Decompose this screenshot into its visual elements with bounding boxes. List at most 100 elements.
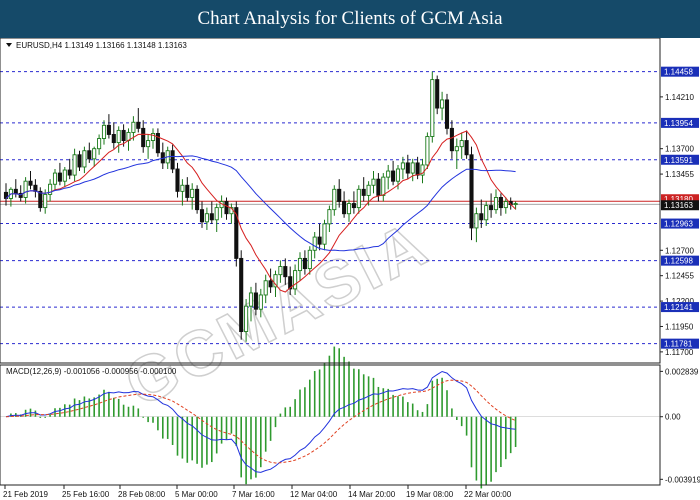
level-tag-label: 1.13954 [664,119,693,128]
level-tag-label: 1.13591 [664,156,693,165]
candle-body [43,193,48,209]
candle-body [224,201,229,215]
candle-body [268,280,273,288]
candle-body [381,176,386,196]
candle-body [199,209,205,223]
candle-body [489,205,494,211]
candle-body [449,127,454,152]
level-tag-label: 1.12141 [664,303,693,312]
candle-body [513,203,518,206]
candle-body [337,188,342,202]
candle-body [23,180,28,198]
candle-body [440,99,445,109]
time-tick-label: 14 Mar 20:00 [348,490,396,499]
candle-body [111,134,116,144]
candle-body [454,146,459,152]
candle-body [469,154,474,229]
candle-body [376,178,381,196]
candle-body [38,190,43,209]
candle-body [366,184,371,196]
candle-body [136,121,141,129]
candle-body [386,170,391,178]
candle-body [410,162,415,174]
candle-body [62,169,67,182]
candle-body [430,79,435,137]
price-tick-label: 1.13455 [665,170,694,179]
candle-body [82,150,87,168]
time-tick-label: 25 Feb 16:00 [62,490,110,499]
candle-body [92,148,97,160]
candle-body [405,162,410,174]
time-tick-label: 7 Mar 16:00 [232,490,275,499]
price-tick-label: 1.11700 [665,348,694,357]
candle-body [175,168,180,192]
candle-body [278,266,283,276]
candle-body [435,79,440,109]
candle-body [214,207,219,221]
candle-body [97,138,102,150]
candle-body [141,127,146,148]
level-tag-label: 1.11781 [664,340,693,349]
candle-body [52,172,58,185]
macd-tick-label: -0.003919 [665,475,700,484]
candle-body [391,170,396,182]
candle-body [204,213,209,223]
candle-body [190,188,195,198]
candle-body [498,197,503,209]
candle-body [484,205,489,221]
candle-body [479,213,484,221]
time-tick-label: 28 Feb 08:00 [118,490,166,499]
banner-title: Chart Analysis for Clients of GCM Asia [0,0,700,38]
candle-body [293,270,298,290]
candle-body [170,150,175,170]
candle-body [239,257,244,333]
candle-body [464,140,469,156]
candle-body [356,188,361,209]
candle-body [258,294,263,310]
candle-body [195,188,200,211]
candle-body [312,236,317,251]
candle-body [459,140,464,148]
candle-body [13,188,18,194]
candle-body [116,129,121,144]
time-tick-label: 19 Mar 08:00 [406,490,454,499]
trading-chart[interactable]: GCMASIA 1.142101.137001.134551.127001.12… [0,38,700,500]
candle-body [209,213,214,221]
time-tick-label: 5 Mar 00:00 [175,490,218,499]
symbol-info: EURUSD,H4 1.13149 1.13166 1.13148 1.1316… [16,41,187,50]
candle-body [327,209,332,225]
candle-body [474,213,479,229]
macd-tick-label: 0.002839 [665,367,699,376]
candle-body [244,305,249,333]
current-price-label: 1.13163 [664,201,693,210]
price-tick-label: 1.13700 [665,145,694,154]
candle-body [72,154,77,176]
candle-body [87,150,92,160]
candle-body [263,280,268,296]
candle-body [57,172,62,182]
candle-body [67,169,72,176]
candle-body [131,121,136,133]
candle-body [185,184,190,198]
candle-body [248,292,254,307]
candle-body [28,180,33,186]
candle-body [101,124,107,139]
candle-body [361,188,366,196]
candle-body [146,140,151,148]
price-tick-label: 1.12700 [665,246,694,255]
candle-body [121,129,126,142]
candle-body [351,203,356,209]
macd-tick-label: 0.00 [665,413,681,422]
candle-body [106,124,111,135]
candle-body [371,178,376,186]
level-tag-label: 1.14458 [664,68,693,77]
candle-body [493,197,499,211]
candle-body [317,236,322,245]
candle-body [332,188,337,211]
level-tag-label: 1.12963 [664,220,693,229]
candle-body [395,168,401,182]
price-tick-label: 1.14210 [665,93,694,102]
time-tick-label: 12 Mar 04:00 [290,490,338,499]
candle-body [283,266,288,278]
candle-body [307,249,312,270]
